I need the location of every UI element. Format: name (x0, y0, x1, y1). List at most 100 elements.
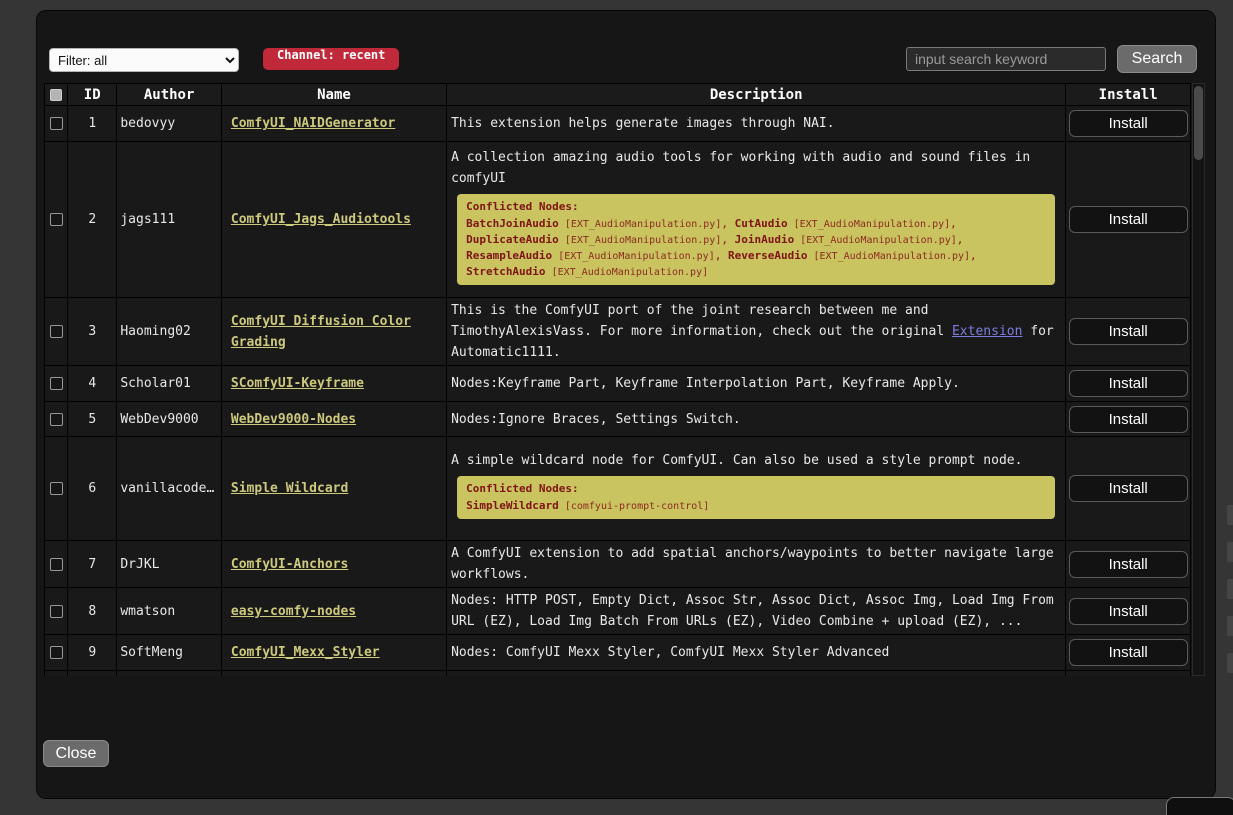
background-menu-fragment (1227, 505, 1233, 525)
extension-name-link[interactable]: ComfyUI_NAIDGenerator (231, 116, 395, 131)
table-row: 5 WebDev9000 WebDev9000-Nodes Nodes:Igno… (45, 402, 1191, 437)
select-all-checkbox[interactable] (50, 89, 62, 101)
extensions-table-grid: ID Author Name Description Install 1 bed… (44, 83, 1191, 676)
row-checkbox[interactable] (50, 482, 63, 495)
install-button[interactable]: Install (1069, 318, 1188, 345)
extension-description: A simple wildcard node for ComfyUI. Can … (447, 437, 1066, 541)
column-header-author: Author (117, 84, 222, 106)
extensions-table: ID Author Name Description Install 1 bed… (44, 83, 1205, 676)
extension-author: jags111 (117, 142, 222, 298)
conflicted-nodes-list: BatchJoinAudio [EXT_AudioManipulation.py… (466, 216, 1046, 280)
extension-id: 10 (68, 671, 117, 677)
row-checkbox[interactable] (50, 646, 63, 659)
extension-name-link[interactable]: SComfyUI-Keyframe (231, 376, 364, 391)
extension-description-text: A simple wildcard node for ComfyUI. Can … (451, 450, 1061, 471)
conflicted-nodes-box: Conflicted Nodes: BatchJoinAudio [EXT_Au… (457, 194, 1055, 285)
filter-select[interactable]: Filter: all (49, 48, 239, 72)
table-row: 8 wmatson easy-comfy-nodes Nodes: HTTP P… (45, 588, 1191, 635)
extension-description: Nodes: ComfyUI Mexx Styler, ComfyUI Mexx… (447, 635, 1066, 671)
extension-name-link[interactable]: ComfyUI_Jags_Audiotools (231, 212, 411, 227)
channel-badge: Channel: recent (263, 48, 399, 70)
row-checkbox[interactable] (50, 558, 63, 571)
column-header-install: Install (1066, 84, 1191, 106)
table-row: 4 Scholar01 SComfyUI-Keyframe Nodes:Keyf… (45, 366, 1191, 402)
column-header-description: Description (447, 84, 1066, 106)
install-button[interactable]: Install (1069, 206, 1188, 233)
extension-author: DrJKL (117, 541, 222, 588)
extension-author: bedovyy (117, 106, 222, 142)
extension-author: Scholar01 (117, 366, 222, 402)
background-menu-fragment (1227, 653, 1233, 673)
table-row: 1 bedovyy ComfyUI_NAIDGenerator This ext… (45, 106, 1191, 142)
extension-description-text: Nodes: HTTP POST, Empty Dict, Assoc Str,… (451, 590, 1061, 632)
description-link[interactable]: Extension (952, 324, 1022, 339)
extension-author: zcfrank1st (117, 671, 222, 677)
row-checkbox[interactable] (50, 117, 63, 130)
row-checkbox[interactable] (50, 325, 63, 338)
extension-name-link[interactable]: ComfyUI_Mexx_Styler (231, 645, 380, 660)
extension-id: 9 (68, 635, 117, 671)
extension-description: Nodes: HTTP POST, Empty Dict, Assoc Str,… (447, 588, 1066, 635)
table-header-row: ID Author Name Description Install (45, 84, 1191, 106)
background-menu-fragment (1227, 579, 1233, 599)
row-checkbox[interactable] (50, 605, 63, 618)
table-row: 9 SoftMeng ComfyUI_Mexx_Styler Nodes: Co… (45, 635, 1191, 671)
extension-name-link[interactable]: ComfyUI Diffusion Color Grading (231, 314, 411, 350)
install-button[interactable]: Install (1069, 406, 1188, 433)
extension-description-text: This extension helps generate images thr… (451, 113, 1061, 134)
extension-author: Haoming02 (117, 298, 222, 366)
table-scrollbar[interactable] (1192, 83, 1205, 676)
row-checkbox[interactable] (50, 413, 63, 426)
column-header-name: Name (221, 84, 446, 106)
extension-author: vanillacode… (117, 437, 222, 541)
row-checkbox[interactable] (50, 377, 63, 390)
table-row: 3 Haoming02 ComfyUI Diffusion Color Grad… (45, 298, 1191, 366)
extension-id: 1 (68, 106, 117, 142)
install-button[interactable]: Install (1069, 110, 1188, 137)
extension-description: This extension helps generate images thr… (447, 106, 1066, 142)
extension-name-link[interactable]: Simple Wildcard (231, 481, 348, 496)
extension-id: 2 (68, 142, 117, 298)
extensions-table-body: 1 bedovyy ComfyUI_NAIDGenerator This ext… (45, 106, 1191, 677)
custom-nodes-manager-dialog: Filter: all Channel: recent Search ID Au… (36, 10, 1216, 799)
extension-description: This is the ComfyUI port of the joint re… (447, 298, 1066, 366)
extension-description: A ComfyUI extension to add spatial ancho… (447, 541, 1066, 588)
extension-description-text: This is the ComfyUI port of the joint re… (451, 300, 1061, 363)
extension-description-text: A collection amazing audio tools for wor… (451, 147, 1061, 189)
extension-name-link[interactable]: ComfyUI-Anchors (231, 557, 348, 572)
table-row: 6 vanillacode… Simple Wildcard A simple … (45, 437, 1191, 541)
table-scrollbar-thumb[interactable] (1194, 86, 1203, 160)
extension-id: 5 (68, 402, 117, 437)
extension-name-link[interactable]: easy-comfy-nodes (231, 604, 356, 619)
extension-description-text: Nodes: Yolov8Detection, Yolov8Segmentati… (451, 673, 1061, 676)
table-row: 2 jags111 ComfyUI_Jags_Audiotools A coll… (45, 142, 1191, 298)
conflicted-nodes-box: Conflicted Nodes: SimpleWildcard [comfyu… (457, 476, 1055, 519)
background-menu-fragment (1227, 616, 1233, 636)
close-button[interactable]: Close (43, 740, 109, 767)
install-button[interactable]: Install (1069, 551, 1188, 578)
extension-id: 7 (68, 541, 117, 588)
extension-description: Nodes:Ignore Braces, Settings Switch. (447, 402, 1066, 437)
install-button[interactable]: Install (1069, 370, 1188, 397)
extension-id: 8 (68, 588, 117, 635)
extension-author: WebDev9000 (117, 402, 222, 437)
extension-name-link[interactable]: WebDev9000-Nodes (231, 412, 356, 427)
install-button[interactable]: Install (1069, 639, 1188, 666)
extension-id: 6 (68, 437, 117, 541)
row-checkbox[interactable] (50, 213, 63, 226)
conflicted-nodes-title: Conflicted Nodes: (466, 199, 1046, 214)
extension-author: wmatson (117, 588, 222, 635)
extension-description: Nodes: Yolov8Detection, Yolov8Segmentati… (447, 671, 1066, 677)
extension-description-text: Nodes:Ignore Braces, Settings Switch. (451, 409, 1061, 430)
search-input[interactable] (906, 47, 1106, 71)
table-row: 10 zcfrank1st ComfyUI Yolov8 Nodes: Yolo… (45, 671, 1191, 677)
background-corner-button-fragment (1166, 797, 1233, 815)
table-row: 7 DrJKL ComfyUI-Anchors A ComfyUI extens… (45, 541, 1191, 588)
install-button[interactable]: Install (1069, 475, 1188, 502)
extension-description-text: A ComfyUI extension to add spatial ancho… (451, 543, 1061, 585)
extension-id: 3 (68, 298, 117, 366)
extension-description: A collection amazing audio tools for wor… (447, 142, 1066, 298)
install-button[interactable]: Install (1069, 598, 1188, 625)
search-button[interactable]: Search (1117, 45, 1197, 73)
extension-id: 4 (68, 366, 117, 402)
